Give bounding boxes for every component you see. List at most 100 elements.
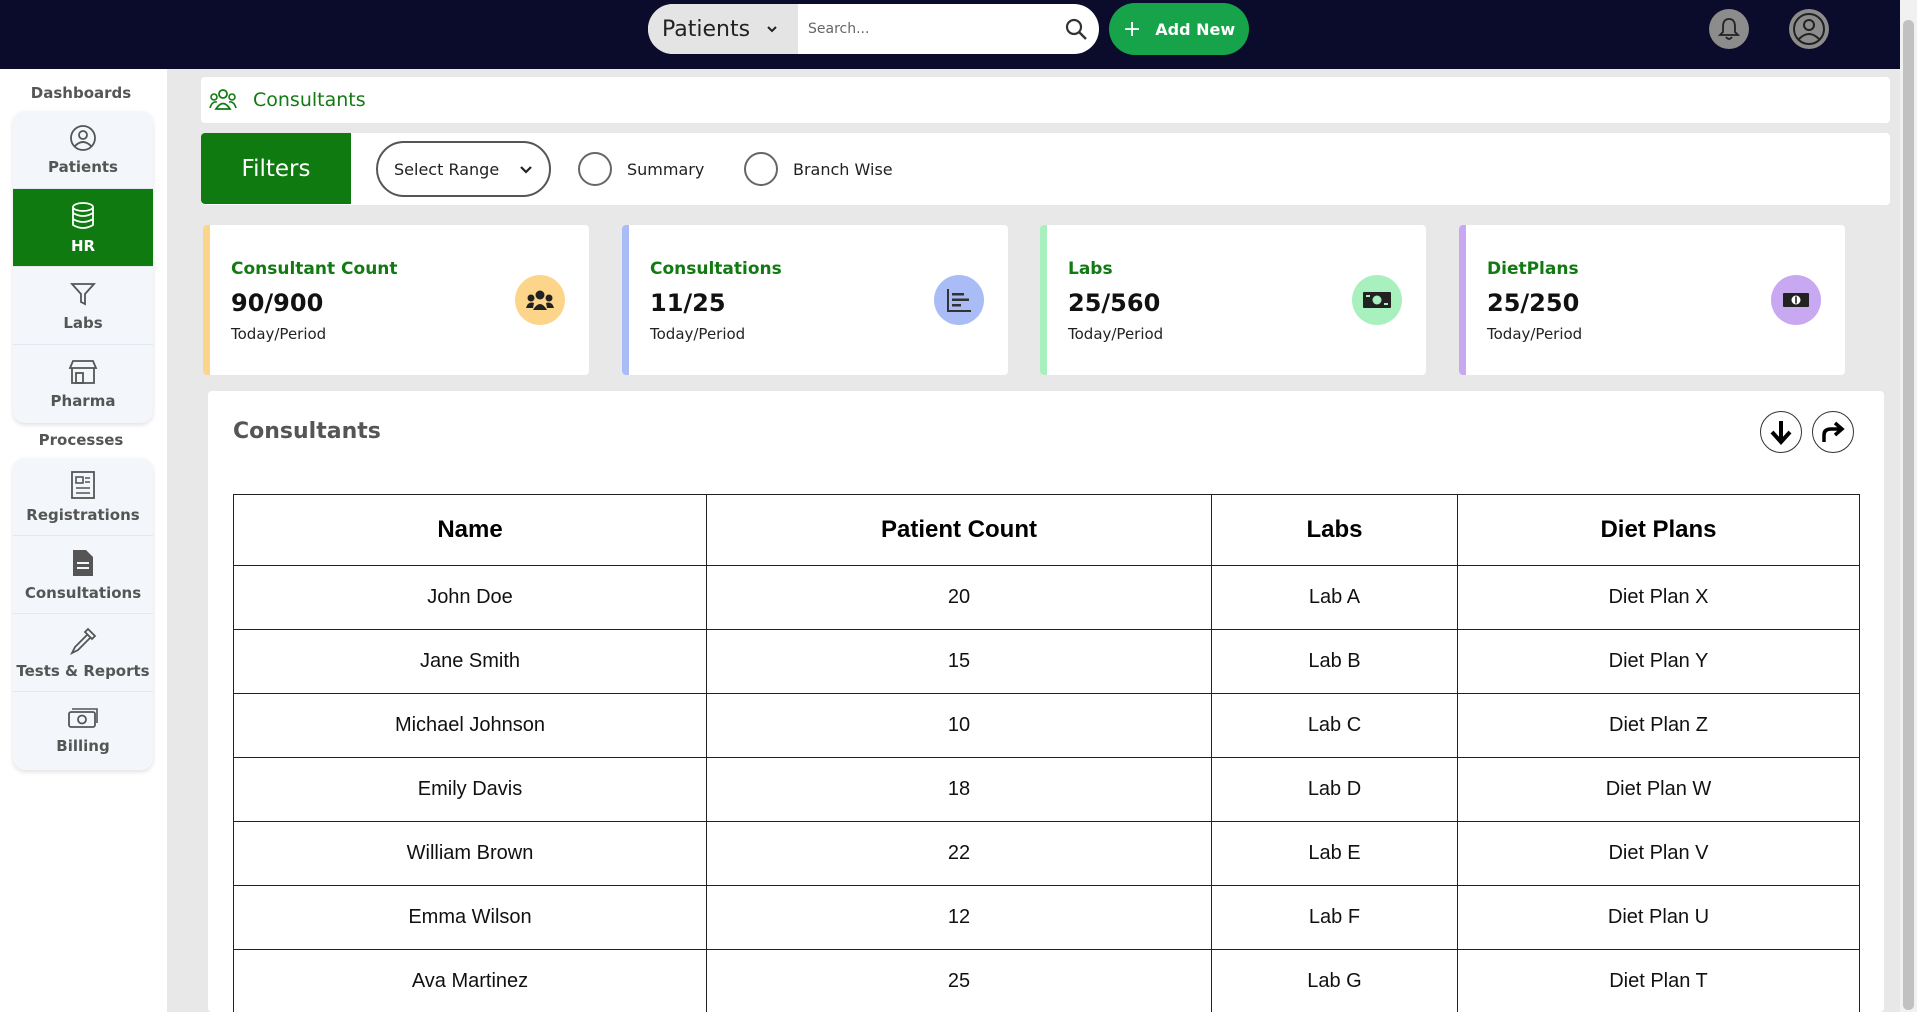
table-row[interactable]: Jane Smith 15 Lab B Diet Plan Y — [233, 629, 1860, 694]
table-cell: Lab C — [1211, 693, 1458, 758]
search-scope-label: Patients — [662, 16, 751, 42]
sidebar-item-consultations[interactable]: Consultations — [13, 536, 153, 614]
sidebar-item-registrations[interactable]: Registrations — [13, 458, 153, 536]
filter-icon — [69, 282, 97, 305]
table-cell: Lab A — [1211, 565, 1458, 630]
users-icon — [515, 275, 565, 325]
labs-card: Labs 25/560 Today/Period — [1040, 225, 1426, 375]
money-bill-icon — [1352, 275, 1402, 325]
bell-icon — [1717, 18, 1741, 40]
summary-radio-label[interactable]: Summary — [627, 160, 704, 179]
download-button[interactable] — [1760, 411, 1802, 453]
consultants-panel: Consultants Name Patient Count Labs Diet… — [208, 391, 1884, 1012]
range-select[interactable]: Select Range — [376, 141, 551, 197]
add-new-button[interactable]: + Add New — [1109, 3, 1249, 55]
filters-bar: Filters Select Range Summary Branch Wise — [201, 133, 1890, 205]
card-title: Consultations — [650, 259, 782, 279]
card-title: DietPlans — [1487, 259, 1579, 279]
breadcrumb-label[interactable]: Consultants — [253, 89, 366, 111]
bar-chart-icon — [934, 275, 984, 325]
page-scrollbar[interactable] — [1900, 0, 1917, 1012]
table-cell: William Brown — [233, 821, 707, 886]
table-cell: 25 — [706, 949, 1212, 1012]
plus-icon: + — [1122, 16, 1142, 42]
sidebar-item-label: Billing — [56, 737, 110, 755]
breadcrumb: Consultants — [201, 77, 1890, 123]
sidebar-item-billing[interactable]: Billing — [13, 692, 153, 770]
panel-title: Consultants — [233, 419, 381, 444]
table-row[interactable]: John Doe 20 Lab A Diet Plan X — [233, 565, 1860, 630]
card-title: Consultant Count — [231, 259, 398, 279]
sidebar-item-label: Patients — [48, 157, 118, 176]
table-row[interactable]: Michael Johnson 10 Lab C Diet Plan Z — [233, 693, 1860, 758]
table-cell: John Doe — [233, 565, 707, 630]
card-value: 25/560 — [1068, 289, 1161, 317]
sidebar-item-labs[interactable]: Labs — [13, 267, 153, 345]
table-cell: Diet Plan U — [1457, 885, 1860, 950]
table-cell: 10 — [706, 693, 1212, 758]
store-icon — [68, 360, 98, 384]
card-subtitle: Today/Period — [231, 325, 327, 343]
table-cell: Lab E — [1211, 821, 1458, 886]
newspaper-icon — [71, 470, 95, 499]
scrollbar-thumb[interactable] — [1903, 20, 1914, 1010]
chevron-down-icon — [767, 26, 777, 33]
search-input[interactable] — [798, 4, 1053, 54]
table-cell: Diet Plan T — [1457, 949, 1860, 1012]
card-subtitle: Today/Period — [1487, 325, 1583, 343]
card-accent-bar — [1040, 225, 1047, 375]
summary-radio[interactable] — [578, 152, 612, 186]
sidebar-item-label: Consultations — [24, 583, 142, 602]
table-row[interactable]: Emily Davis 18 Lab D Diet Plan W — [233, 757, 1860, 822]
table-cell: Michael Johnson — [233, 693, 707, 758]
card-accent-bar — [622, 225, 629, 375]
sidebar-item-tests-reports[interactable]: Tests & Reports — [13, 614, 153, 692]
consultants-table: Name Patient Count Labs Diet Plans John … — [233, 494, 1860, 1012]
notifications-button[interactable] — [1709, 9, 1749, 49]
table-row[interactable]: Emma Wilson 12 Lab F Diet Plan U — [233, 885, 1860, 950]
search-button[interactable] — [1053, 4, 1099, 54]
database-icon — [72, 201, 94, 229]
branch-wise-radio-label[interactable]: Branch Wise — [793, 160, 893, 179]
column-header: Name — [233, 494, 707, 566]
top-navbar: Patients + Add New — [0, 0, 1917, 69]
consultations-card: Consultations 11/25 Today/Period — [622, 225, 1008, 375]
table-row[interactable]: Ava Martinez 25 Lab G Diet Plan T — [233, 949, 1860, 1012]
table-cell: Diet Plan V — [1457, 821, 1860, 886]
sidebar-item-patients[interactable]: Patients — [13, 111, 153, 189]
table-cell: Lab G — [1211, 949, 1458, 1012]
dietplans-card: DietPlans 25/250 Today/Period — [1459, 225, 1845, 375]
sidebar-item-label: Pharma — [50, 392, 116, 410]
sidebar-item-hr[interactable]: HR — [13, 189, 153, 267]
search-scope-dropdown[interactable]: Patients — [648, 4, 798, 54]
table-cell: 15 — [706, 629, 1212, 694]
table-cell: 20 — [706, 565, 1212, 630]
money-icon — [68, 708, 98, 728]
table-cell: Emma Wilson — [233, 885, 707, 950]
table-cell: 12 — [706, 885, 1212, 950]
table-header-row: Name Patient Count Labs Diet Plans — [233, 494, 1860, 566]
sidebar-item-label: Tests & Reports — [16, 661, 150, 680]
add-new-label: Add New — [1155, 19, 1236, 39]
card-subtitle: Today/Period — [650, 325, 746, 343]
dashboards-nav-group: Patients HR Labs Pharma — [13, 111, 153, 423]
table-cell: Lab D — [1211, 757, 1458, 822]
sidebar-item-pharma[interactable]: Pharma — [13, 345, 153, 423]
arrow-down-icon — [1770, 421, 1792, 445]
profile-button[interactable] — [1789, 9, 1829, 49]
column-header: Diet Plans — [1457, 494, 1860, 566]
sidebar-item-label: Labs — [63, 313, 103, 332]
card-accent-bar — [203, 225, 210, 375]
share-button[interactable] — [1812, 411, 1854, 453]
dollar-bill-icon — [1771, 275, 1821, 325]
card-title: Labs — [1068, 259, 1113, 279]
table-row[interactable]: William Brown 22 Lab E Diet Plan V — [233, 821, 1860, 886]
search-bar: Patients — [648, 4, 1099, 54]
range-select-label: Select Range — [394, 159, 500, 179]
dashboards-section-title: Dashboards — [30, 84, 132, 102]
document-icon — [73, 549, 93, 576]
table-cell: Lab B — [1211, 629, 1458, 694]
branch-wise-radio[interactable] — [744, 152, 778, 186]
column-header: Patient Count — [706, 494, 1212, 566]
card-value: 11/25 — [650, 289, 726, 317]
